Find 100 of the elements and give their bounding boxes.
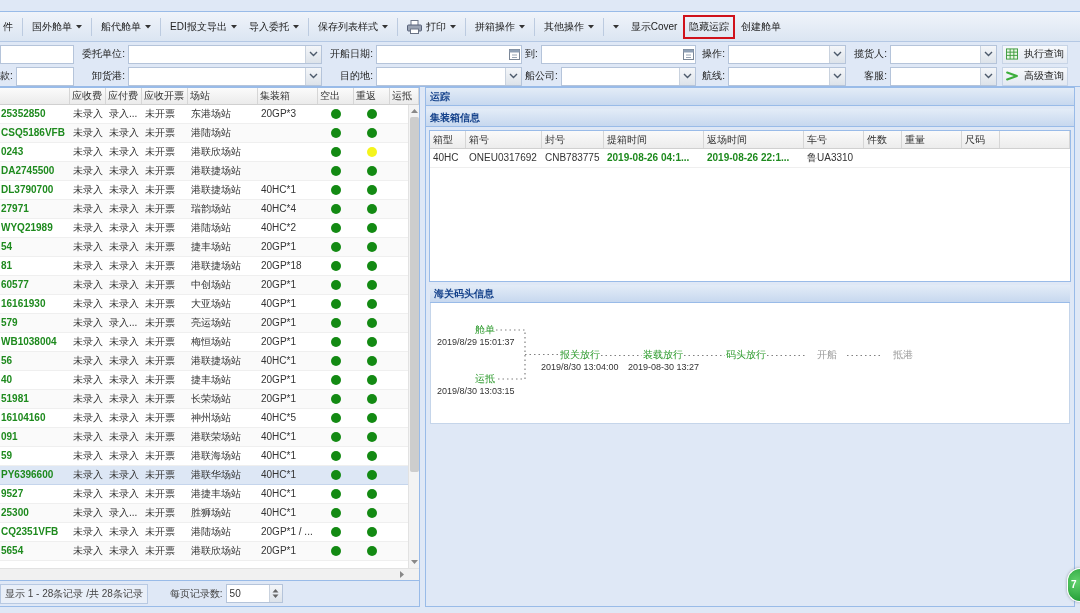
column-header[interactable]: 箱号 bbox=[466, 131, 542, 148]
column-header[interactable]: 箱型 bbox=[430, 131, 466, 148]
table-row[interactable]: 27971 未录入 未录入 未开票 瑞韵场站 40HC*4 bbox=[0, 200, 408, 219]
table-cell-text: 未开票 bbox=[144, 392, 176, 406]
dropdown-field[interactable] bbox=[890, 66, 997, 86]
table-cell-text: 未开票 bbox=[144, 506, 176, 520]
table-row[interactable]: 9527 未录入 未录入 未开票 港捷丰场站 40HC*1 bbox=[0, 485, 408, 504]
table-cell-text: 亮运场站 bbox=[190, 316, 232, 330]
table-cell-text: 未录入 bbox=[72, 221, 104, 235]
column-header[interactable]: 集装箱 bbox=[258, 88, 318, 104]
text-field[interactable] bbox=[0, 44, 74, 64]
toolbar-button[interactable]: 拼箱操作 bbox=[468, 14, 531, 39]
column-header[interactable]: 应收开票 bbox=[142, 88, 188, 104]
table-cell-text: 录入... bbox=[108, 316, 139, 330]
column-header[interactable]: 运抵 bbox=[390, 88, 419, 104]
date-field[interactable] bbox=[540, 44, 696, 64]
spinner-icon[interactable] bbox=[268, 585, 282, 602]
column-header[interactable]: 应收费 bbox=[70, 88, 106, 104]
table-row[interactable]: DA2745500 未录入 未录入 未开票 港联捷场站 bbox=[0, 162, 408, 181]
chevron-down-icon[interactable] bbox=[505, 67, 521, 85]
field-label: 船公司: bbox=[525, 70, 559, 82]
column-header[interactable]: 场站 bbox=[188, 88, 258, 104]
table-row[interactable]: 81 未录入 未录入 未开票 港联捷场站 20GP*18 bbox=[0, 257, 408, 276]
table-row[interactable]: WB1038004 未录入 未录入 未开票 梅恒场站 20GP*1 bbox=[0, 333, 408, 352]
table-row[interactable]: CQ2351VFB 未录入 未录入 未开票 港陆场站 20GP*1 / ... bbox=[0, 523, 408, 542]
toolbar-button[interactable]: 导入委托 bbox=[242, 14, 305, 39]
column-header[interactable]: 尺码 bbox=[962, 131, 1000, 148]
chevron-down-icon[interactable] bbox=[305, 45, 321, 63]
caret-icon bbox=[449, 24, 456, 29]
table-row[interactable]: 091 未录入 未录入 未开票 港联荣场站 40HC*1 bbox=[0, 428, 408, 447]
chevron-down-icon[interactable] bbox=[305, 67, 321, 85]
query-button[interactable]: 执行查询 bbox=[1002, 44, 1068, 64]
dropdown-field[interactable] bbox=[376, 66, 522, 86]
table-cell-text: 港联荣场站 bbox=[190, 430, 242, 444]
table-row[interactable]: 25352850 未录入 录入... 未开票 东港场站 20GP*3 bbox=[0, 105, 408, 124]
table-row[interactable]: 579 未录入 录入... 未开票 亮运场站 20GP*1 bbox=[0, 314, 408, 333]
column-header[interactable]: 车号 bbox=[804, 131, 864, 148]
table-cell-text: 未开票 bbox=[144, 164, 176, 178]
toolbar-button[interactable]: 显示Cover bbox=[624, 14, 684, 39]
page-size-field[interactable]: 50 bbox=[225, 584, 283, 603]
toolbar-button[interactable]: EDI报文导出 bbox=[164, 14, 243, 39]
toolbar-button[interactable]: 隐藏运踪 bbox=[683, 14, 736, 39]
timestamp: 2019/8/30 13:04:00 bbox=[541, 362, 619, 373]
scrollbar-thumb[interactable] bbox=[409, 117, 419, 472]
table-row[interactable]: 59 未录入 未录入 未开票 港联海场站 40HC*1 bbox=[0, 447, 408, 466]
column-header[interactable]: 重量 bbox=[902, 131, 962, 148]
dropdown-field[interactable] bbox=[128, 44, 322, 64]
table-row[interactable]: CSQ5186VFB 未录入 未录入 未开票 港陆场站 bbox=[0, 124, 408, 143]
scroll-down-icon[interactable] bbox=[410, 560, 418, 564]
connector-line bbox=[684, 354, 725, 357]
chevron-down-icon[interactable] bbox=[980, 67, 996, 85]
column-header[interactable]: 返场时间 bbox=[704, 131, 804, 148]
horizontal-scrollbar[interactable] bbox=[0, 568, 419, 580]
dropdown-field[interactable] bbox=[560, 66, 696, 86]
vertical-scrollbar[interactable] bbox=[408, 105, 419, 568]
table-row[interactable]: 60577 未录入 未录入 未开票 中创场站 20GP*1 bbox=[0, 276, 408, 295]
table-row[interactable]: 25300 未录入 录入... 未开票 胜狮场站 40HC*1 bbox=[0, 504, 408, 523]
toolbar-button[interactable]: 保存列表样式 bbox=[311, 14, 394, 39]
dropdown-field[interactable] bbox=[728, 66, 846, 86]
dropdown-field[interactable] bbox=[128, 66, 322, 86]
text-field[interactable] bbox=[15, 66, 74, 86]
advanced-query-button[interactable]: 高级查询 bbox=[1002, 66, 1068, 86]
column-header[interactable]: 空出 bbox=[318, 88, 354, 104]
toolbar-button[interactable]: 创建舱单 bbox=[735, 14, 788, 39]
chevron-down-icon[interactable] bbox=[829, 45, 845, 63]
table-row[interactable]: 51981 未录入 未录入 未开票 长荣场站 20GP*1 bbox=[0, 390, 408, 409]
table-cell-text: 未开票 bbox=[144, 240, 176, 254]
table-row[interactable]: 54 未录入 未录入 未开票 捷丰场站 20GP*1 bbox=[0, 238, 408, 257]
table-cell-text: 未录入 bbox=[72, 506, 104, 520]
scroll-up-icon[interactable] bbox=[410, 109, 418, 113]
toolbar-button[interactable]: 其他操作 bbox=[537, 14, 600, 39]
column-header[interactable]: 重返 bbox=[354, 88, 390, 104]
column-header[interactable]: 应付费 bbox=[106, 88, 142, 104]
chevron-down-icon[interactable] bbox=[679, 67, 695, 85]
toolbar-button[interactable]: 船代舱单 bbox=[95, 14, 157, 39]
toolbar-button[interactable]: 打印 bbox=[400, 14, 462, 39]
table-row[interactable]: 16104160 未录入 未录入 未开票 神州场站 40HC*5 bbox=[0, 409, 408, 428]
table-row[interactable]: 56 未录入 未录入 未开票 港联捷场站 40HC*1 bbox=[0, 352, 408, 371]
chevron-down-icon[interactable] bbox=[980, 45, 996, 63]
table-row[interactable]: DL3790700 未录入 未录入 未开票 港联捷场站 40HC*1 bbox=[0, 181, 408, 200]
column-header[interactable]: 提箱时间 bbox=[604, 131, 704, 148]
table-cell-text: 未开票 bbox=[144, 259, 176, 273]
table-row[interactable]: WYQ21989 未录入 未录入 未开票 港陆场站 40HC*2 bbox=[0, 219, 408, 238]
toolbar-button[interactable]: 件 bbox=[0, 14, 19, 39]
table-row[interactable]: 40 未录入 未录入 未开票 捷丰场站 20GP*1 bbox=[0, 371, 408, 390]
column-header[interactable]: 件数 bbox=[864, 131, 902, 148]
table-row[interactable]: PY6396600 未录入 未录入 未开票 港联华场站 40HC*1 bbox=[0, 466, 408, 485]
toolbar-button[interactable]: 国外舱单 bbox=[26, 14, 88, 39]
table-row[interactable]: 0243 未录入 未录入 未开票 港联欣场站 bbox=[0, 143, 408, 162]
dropdown-field[interactable] bbox=[728, 44, 846, 64]
scroll-right-icon[interactable] bbox=[400, 571, 404, 578]
column-header[interactable]: 封号 bbox=[542, 131, 604, 148]
date-field[interactable] bbox=[376, 44, 522, 64]
table-cell-text: 2019-08-26 04:1... bbox=[606, 151, 691, 165]
table-cell-text: 中创场站 bbox=[190, 278, 232, 292]
table-row[interactable]: 5654 未录入 未录入 未开票 港联欣场站 20GP*1 bbox=[0, 542, 408, 561]
table-cell-text: 港联海场站 bbox=[190, 449, 242, 463]
chevron-down-icon[interactable] bbox=[829, 67, 845, 85]
dropdown-field[interactable] bbox=[890, 44, 997, 64]
table-row[interactable]: 16161930 未录入 未录入 未开票 大亚场站 40GP*1 bbox=[0, 295, 408, 314]
